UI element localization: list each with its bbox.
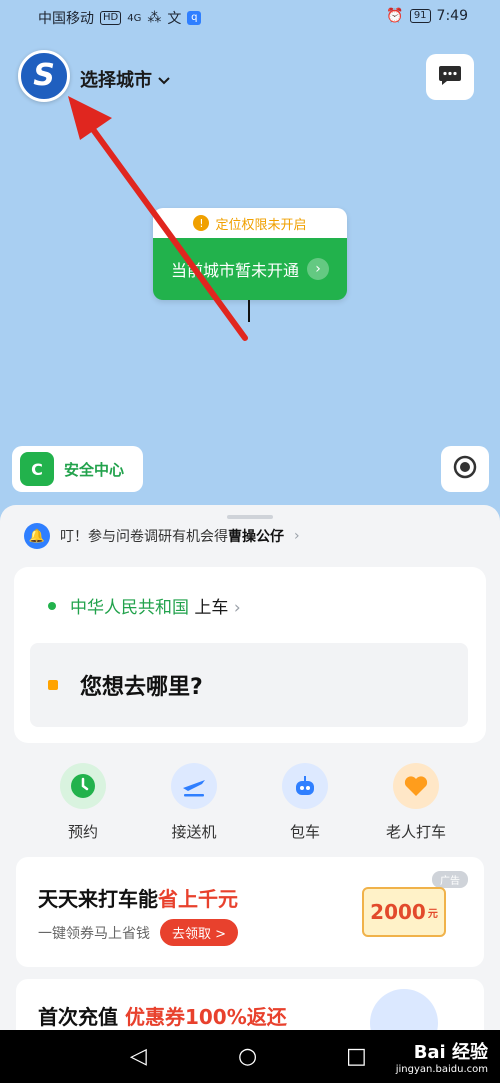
service-shortcuts: 预约 接送机 包车 老人打车 [0, 763, 500, 853]
notice-text: 叮！参与问卷调研有机会得曹操公仔 [60, 526, 284, 546]
service-airport[interactable]: 接送机 [149, 763, 239, 842]
home-icon[interactable]: ○ [238, 1044, 257, 1069]
promo2-title-highlight: 优惠券100%返还 [124, 1005, 287, 1029]
notice-highlight: 曹操公仔 [228, 529, 284, 545]
bottom-sheet[interactable]: 🔔 叮！参与问卷调研有机会得曹操公仔 › 中华人民共和国 上车 › 您想去哪里?… [0, 505, 500, 1049]
chevron-down-icon [158, 69, 170, 90]
ad-tag: 广告 [432, 871, 468, 888]
city-select-button[interactable]: 选择城市 [80, 66, 170, 92]
locate-button[interactable] [441, 446, 489, 492]
notice-prefix: 叮！参与问卷调研有机会得 [60, 529, 228, 545]
pickup-location[interactable]: 中华人民共和国 上车 › [48, 593, 241, 618]
destination-dot-icon [48, 680, 58, 690]
battery-indicator: 91 [409, 9, 431, 23]
chevron-right-icon: › [294, 528, 300, 544]
promo-banner-savings[interactable]: 天天来打车能省上千元 一键领券马上省钱 去领取 > 广告 2000 元 [16, 857, 484, 967]
service-label: 预约 [67, 823, 98, 841]
destination-placeholder: 您想去哪里? [80, 675, 203, 700]
carrier-label: 中国移动 [38, 11, 94, 27]
city-select-label: 选择城市 [80, 70, 152, 91]
bell-icon: 🔔 [24, 523, 50, 549]
trip-card: 中华人民共和国 上车 › 您想去哪里? [14, 567, 486, 743]
pickup-dot-icon [48, 601, 56, 610]
app-notification-icon: q [187, 11, 202, 25]
safety-center-button[interactable]: C 安全中心 [12, 446, 143, 492]
sheet-handle[interactable] [227, 515, 273, 519]
location-warning: ! 定位权限未开启 [153, 208, 347, 238]
service-reservation[interactable]: 预约 [38, 763, 128, 842]
translate-icon: 文 [167, 11, 182, 27]
hd-icon: HD [100, 11, 122, 25]
service-label: 接送机 [171, 823, 217, 841]
promo-subtitle-row: 一键领券马上省钱 去领取 > [38, 919, 239, 946]
back-icon[interactable]: ◁ [130, 1044, 147, 1069]
coupon-illustration: 2000 元 [362, 887, 446, 937]
watermark-brand: Bai 经验 [413, 1042, 488, 1063]
service-label: 老人打车 [385, 823, 446, 841]
pickup-location-name: 中华人民共和国 [70, 598, 189, 618]
plane-icon [171, 763, 217, 809]
coupon-value: 2000 [370, 900, 426, 924]
safety-center-label: 安全中心 [64, 460, 125, 479]
chat-bubble-icon [438, 64, 462, 90]
robot-icon [282, 763, 328, 809]
wifi-icon: ⁂ [147, 10, 162, 26]
map-pin-cursor [248, 300, 250, 322]
promo-title-highlight: 省上千元 [158, 887, 238, 911]
coupon-unit: 元 [427, 908, 438, 920]
promo2-title-prefix: 首次充值 [38, 1005, 125, 1029]
city-not-open-banner[interactable]: 当前城市暂未开通 › [153, 238, 347, 300]
service-charter[interactable]: 包车 [260, 763, 350, 842]
watermark: Bai 经验 jingyan.baidu.com [396, 1030, 488, 1083]
city-not-open-text: 当前城市暂未开通 [170, 261, 299, 280]
survey-notice[interactable]: 🔔 叮！参与问卷调研有机会得曹操公仔 › [24, 523, 300, 549]
warning-text: 定位权限未开启 [215, 217, 307, 233]
destination-input[interactable]: 您想去哪里? [30, 643, 468, 727]
status-bar: 中国移动 HD 4G ⁂ 文 q ⏰ 91 7:49 [0, 0, 500, 34]
heart-hands-icon [393, 763, 439, 809]
promo-title: 天天来打车能省上千元 [38, 883, 238, 912]
pickup-suffix: 上车 [194, 598, 229, 618]
promo2-title: 首次充值 优惠券100%返还 [38, 1001, 287, 1030]
location-card[interactable]: ! 定位权限未开启 当前城市暂未开通 › [153, 208, 347, 300]
clock-icon [60, 763, 106, 809]
warning-icon: ! [193, 215, 210, 231]
signal-icon: 4G [127, 12, 142, 24]
service-label: 包车 [289, 823, 320, 841]
service-elderly[interactable]: 老人打车 [371, 763, 461, 842]
target-icon [452, 454, 478, 484]
chevron-right-icon: › [307, 258, 329, 280]
app-logo-button[interactable]: S [18, 50, 70, 102]
watermark-domain: jingyan.baidu.com [395, 1064, 488, 1075]
clock-time: 7:49 [436, 8, 468, 24]
claim-button[interactable]: 去领取 > [160, 919, 239, 946]
alarm-icon: ⏰ [386, 8, 404, 24]
shield-icon: C [20, 452, 54, 486]
message-button[interactable] [426, 54, 474, 100]
promo-subtitle: 一键领券马上省钱 [38, 925, 150, 942]
promo-title-prefix: 天天来打车能 [38, 887, 158, 911]
recent-apps-icon[interactable]: □ [346, 1044, 367, 1069]
chevron-right-icon: › [233, 598, 241, 618]
